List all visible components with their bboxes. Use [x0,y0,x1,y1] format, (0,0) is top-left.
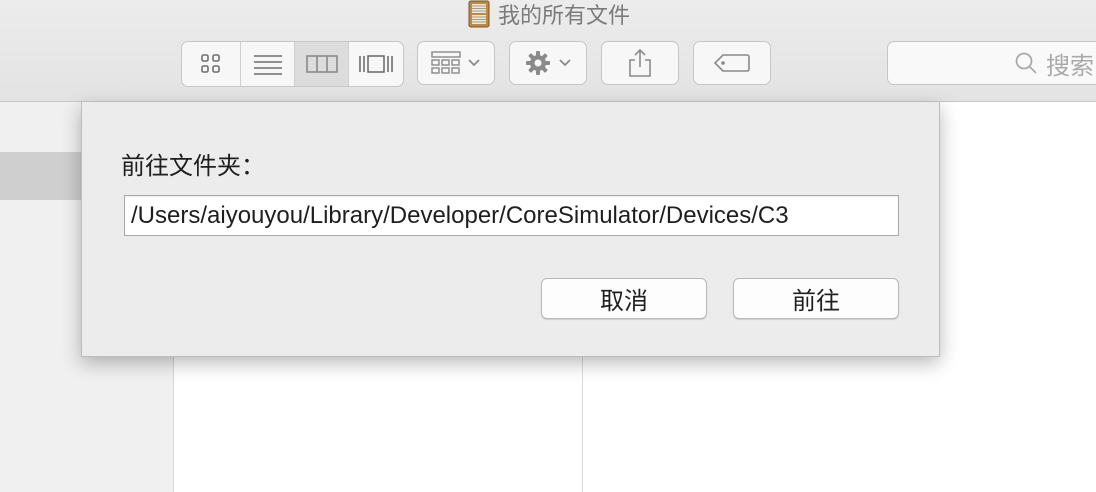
share-icon [629,48,651,77]
icon-view-button[interactable] [182,42,241,86]
go-to-folder-dialog: 前往文件夹： 取消 前往 [81,102,940,357]
coverflow-icon [359,55,393,73]
window-toolbar: 我的所有文件 搜索 [0,0,1096,102]
chevron-down-icon [559,59,571,67]
view-mode-control [181,41,404,87]
action-button[interactable] [509,41,587,85]
cancel-button[interactable]: 取消 [541,278,707,319]
tag-button[interactable] [693,41,771,85]
search-icon [1015,52,1037,74]
search-field[interactable]: 搜索 [887,41,1096,85]
arrange-button[interactable] [417,41,495,85]
chevron-down-icon [468,59,480,67]
arrange-icon [431,51,461,74]
go-button[interactable]: 前往 [733,278,899,319]
window-title: 我的所有文件 [0,0,1096,31]
folder-path-input[interactable] [124,195,899,236]
gear-icon [526,51,550,75]
window-title-text: 我的所有文件 [497,3,630,28]
filing-cabinet-icon [466,0,492,28]
list-icon [253,55,282,75]
grid-icon [201,54,220,73]
column-view-button[interactable] [295,42,349,86]
list-view-button[interactable] [241,42,295,86]
cover-flow-view-button[interactable] [349,42,403,86]
tag-icon [714,54,750,72]
columns-icon [305,55,338,73]
dialog-label: 前往文件夹： [121,153,265,180]
share-button[interactable] [601,41,679,85]
search-placeholder: 搜索 [1046,52,1094,80]
